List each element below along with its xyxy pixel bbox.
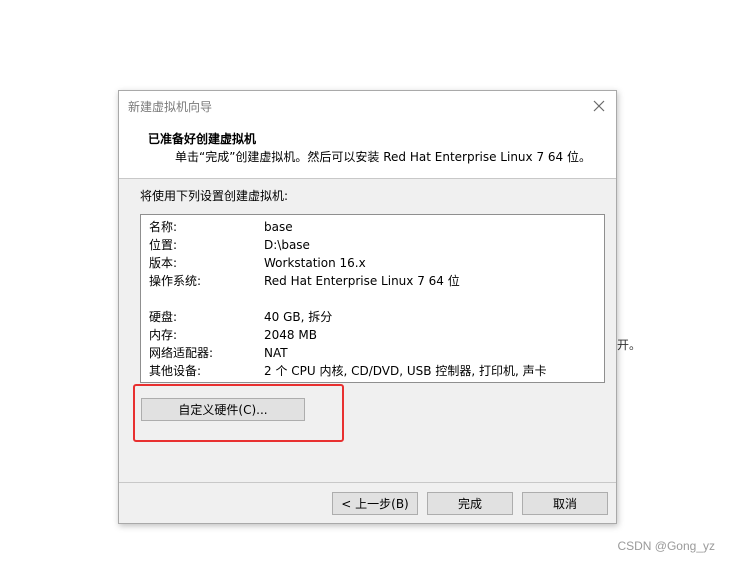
screen: 开。 CSDN @Gong_yz 新建虚拟机向导 已准备好创建虚拟机 单击“完成… <box>0 0 729 562</box>
cancel-button[interactable]: 取消 <box>522 492 608 515</box>
settings-intro: 将使用下列设置创建虚拟机: <box>140 189 289 203</box>
setting-label: 版本: <box>149 256 178 270</box>
settings-summary-box[interactable]: 名称: base 位置: D:\base 版本: Workstation 16.… <box>140 214 605 383</box>
header-title: 已准备好创建虚拟机 <box>148 132 257 146</box>
finish-button[interactable]: 完成 <box>427 492 513 515</box>
wizard-header: 已准备好创建虚拟机 单击“完成”创建虚拟机。然后可以安装 Red Hat Ent… <box>119 121 616 179</box>
background-text-fragment: 开。 <box>617 338 642 352</box>
setting-label: 操作系统: <box>149 274 202 288</box>
header-subtitle: 单击“完成”创建虚拟机。然后可以安装 Red Hat Enterprise Li… <box>175 150 591 164</box>
setting-label: 硬盘: <box>149 310 178 324</box>
setting-value: NAT <box>264 346 288 360</box>
close-button[interactable] <box>588 95 610 117</box>
footer-divider <box>119 482 616 483</box>
setting-value: 40 GB, 拆分 <box>264 310 333 324</box>
setting-label: 其他设备: <box>149 364 202 378</box>
setting-label: 网络适配器: <box>149 346 214 360</box>
customize-hardware-button[interactable]: 自定义硬件(C)... <box>141 398 305 421</box>
setting-value: base <box>264 220 293 234</box>
new-vm-wizard-dialog: 新建虚拟机向导 已准备好创建虚拟机 单击“完成”创建虚拟机。然后可以安装 Red… <box>118 90 617 524</box>
setting-label: 名称: <box>149 220 178 234</box>
setting-value: 2048 MB <box>264 328 317 342</box>
setting-value: D:\base <box>264 238 310 252</box>
close-icon <box>593 100 605 112</box>
setting-label: 位置: <box>149 238 178 252</box>
watermark: CSDN @Gong_yz <box>617 539 715 553</box>
back-button[interactable]: < 上一步(B) <box>332 492 418 515</box>
setting-value: Workstation 16.x <box>264 256 366 270</box>
title-bar: 新建虚拟机向导 <box>119 91 616 121</box>
setting-label: 内存: <box>149 328 178 342</box>
setting-value: 2 个 CPU 内核, CD/DVD, USB 控制器, 打印机, 声卡 <box>264 364 547 378</box>
window-title: 新建虚拟机向导 <box>128 100 213 114</box>
setting-value: Red Hat Enterprise Linux 7 64 位 <box>264 274 460 288</box>
